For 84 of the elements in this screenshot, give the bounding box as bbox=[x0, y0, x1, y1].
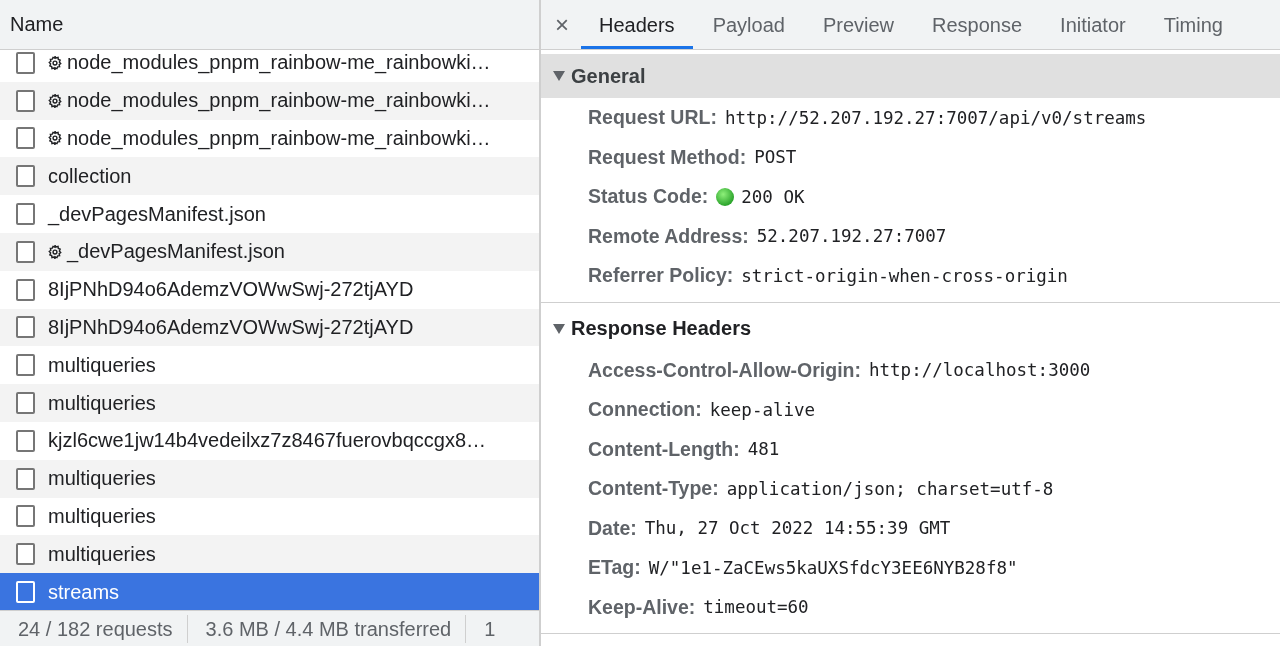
request-name: _devPagesManifest.json bbox=[67, 240, 285, 264]
header-name: Date: bbox=[588, 516, 637, 540]
checkbox[interactable] bbox=[16, 127, 35, 150]
header-name: Request URL: bbox=[588, 106, 717, 130]
checkbox[interactable] bbox=[16, 429, 35, 452]
request-name: multiqueries bbox=[48, 467, 156, 491]
header-name: Keep-Alive: bbox=[588, 595, 696, 619]
request-row[interactable]: multiqueries bbox=[0, 535, 539, 574]
request-row[interactable]: collection bbox=[0, 157, 539, 196]
checkbox[interactable] bbox=[16, 392, 35, 415]
checkbox[interactable] bbox=[16, 240, 35, 263]
checkbox[interactable] bbox=[16, 354, 35, 377]
header-name: Referrer Policy: bbox=[588, 264, 734, 288]
header-value: 481 bbox=[747, 439, 780, 460]
request-name: multiqueries bbox=[48, 542, 156, 566]
status-icon bbox=[716, 187, 735, 206]
checkbox[interactable] bbox=[16, 316, 35, 339]
tab[interactable]: Response bbox=[914, 0, 1041, 49]
request-name: _devPagesManifest.json bbox=[48, 202, 266, 226]
header-value: POST bbox=[754, 147, 797, 168]
request-name: 8IjPNhD94o6AdemzVOWwSwj-272tjAYD bbox=[48, 278, 414, 302]
request-row[interactable]: multiqueries bbox=[0, 459, 539, 498]
tab[interactable]: Timing bbox=[1145, 0, 1241, 49]
request-row[interactable]: node_modules_pnpm_rainbow-me_rainbowki… bbox=[0, 119, 539, 158]
header-name: Content-Length: bbox=[588, 437, 740, 461]
checkbox[interactable] bbox=[16, 467, 35, 490]
checkbox[interactable] bbox=[16, 165, 35, 188]
header-name: Request Method: bbox=[588, 145, 747, 169]
header-name: ETag: bbox=[588, 556, 641, 580]
section-title[interactable]: Response Headers bbox=[571, 317, 752, 340]
tab[interactable]: Preview bbox=[804, 0, 913, 49]
header-name: Connection: bbox=[588, 398, 702, 422]
request-row[interactable]: _devPagesManifest.json bbox=[0, 195, 539, 233]
request-name: multiqueries bbox=[48, 391, 156, 415]
checkbox[interactable] bbox=[16, 51, 35, 74]
request-name: collection bbox=[48, 164, 132, 188]
header-name: Access-Control-Allow-Origin: bbox=[588, 358, 861, 382]
checkbox[interactable] bbox=[16, 505, 35, 528]
triangle-down-icon[interactable] bbox=[553, 71, 565, 81]
header-value: 200 OK bbox=[741, 186, 805, 207]
header-value: application/json; charset=utf-8 bbox=[726, 478, 1054, 499]
request-row[interactable]: node_modules_pnpm_rainbow-me_rainbowki… bbox=[0, 81, 539, 120]
header-name: Remote Address: bbox=[588, 224, 749, 248]
header-value: Thu, 27 Oct 2022 14:55:39 GMT bbox=[644, 518, 951, 539]
request-row[interactable]: streams bbox=[0, 573, 539, 610]
column-header[interactable]: Name bbox=[0, 13, 64, 36]
request-row[interactable]: 8IjPNhD94o6AdemzVOWwSwj-272tjAYD bbox=[0, 308, 539, 347]
request-name: kjzl6cwe1jw14b4vedeilxz7z8467fuerovbqccgx8… bbox=[48, 429, 487, 453]
checkbox[interactable] bbox=[16, 203, 35, 226]
header-value: W/"1e1-ZaCEws5kaUXSfdcY3EE6NYB28f8" bbox=[648, 557, 1018, 578]
checkbox[interactable] bbox=[16, 278, 35, 301]
status-text: 24 / 182 requests bbox=[0, 614, 188, 643]
request-name: streams bbox=[48, 580, 120, 604]
request-row[interactable]: 8IjPNhD94o6AdemzVOWwSwj-272tjAYD bbox=[0, 270, 539, 309]
request-name: multiqueries bbox=[48, 504, 156, 528]
header-name: Status Code: bbox=[588, 185, 709, 209]
request-name: 8IjPNhD94o6AdemzVOWwSwj-272tjAYD bbox=[48, 315, 414, 339]
checkbox[interactable] bbox=[16, 89, 35, 112]
request-name: node_modules_pnpm_rainbow-me_rainbowki… bbox=[67, 51, 491, 75]
request-name: node_modules_pnpm_rainbow-me_rainbowki… bbox=[67, 127, 491, 150]
header-value: 52.207.192.27:7007 bbox=[756, 226, 947, 247]
request-row[interactable]: kjzl6cwe1jw14b4vedeilxz7z8467fuerovbqccgx8… bbox=[0, 421, 539, 460]
triangle-down-icon[interactable] bbox=[553, 323, 565, 334]
header-value: http://localhost:3000 bbox=[869, 360, 1091, 381]
checkbox[interactable] bbox=[16, 543, 35, 566]
status-text: 1 bbox=[483, 616, 496, 642]
request-row[interactable]: multiqueries bbox=[0, 384, 539, 422]
header-value: timeout=60 bbox=[703, 597, 809, 618]
request-name: multiqueries bbox=[48, 353, 156, 377]
request-row[interactable]: multiqueries bbox=[0, 346, 539, 385]
request-row[interactable]: _devPagesManifest.json bbox=[0, 233, 539, 271]
status-text: 3.6 MB / 4.4 MB transferred bbox=[187, 614, 467, 643]
close-button[interactable]: × bbox=[541, 0, 581, 49]
header-name: Content-Type: bbox=[588, 477, 719, 501]
header-value: http://52.207.192.27:7007/api/v0/streams bbox=[724, 107, 1147, 128]
request-row[interactable]: node_modules_pnpm_rainbow-me_rainbowki… bbox=[0, 50, 539, 82]
tab[interactable]: Headers bbox=[581, 0, 693, 49]
section-title[interactable]: General bbox=[571, 64, 646, 88]
request-row[interactable]: multiqueries bbox=[0, 497, 539, 536]
header-value: strict-origin-when-cross-origin bbox=[741, 265, 1068, 286]
header-value: keep-alive bbox=[709, 399, 816, 420]
request-name: node_modules_pnpm_rainbow-me_rainbowki… bbox=[67, 89, 491, 113]
tab[interactable]: Initiator bbox=[1042, 0, 1144, 49]
tab[interactable]: Payload bbox=[694, 0, 803, 49]
